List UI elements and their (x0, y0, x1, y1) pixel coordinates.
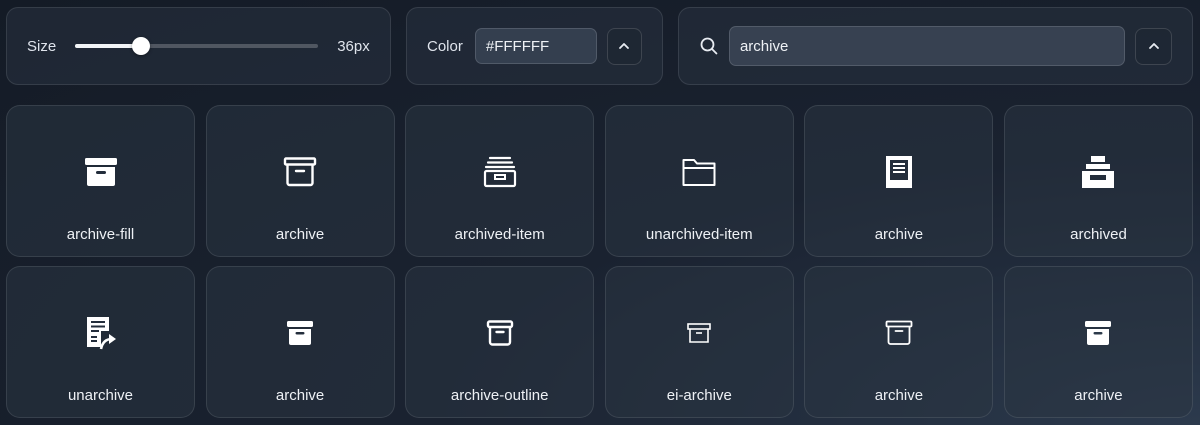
archived-item-icon (483, 156, 516, 188)
icon-card[interactable]: archive (205, 105, 395, 257)
unarchive-icon (86, 317, 116, 350)
chevron-up-icon (1148, 43, 1159, 49)
search-icon (700, 37, 718, 55)
archived-drawer-icon (1082, 156, 1115, 188)
icon-grid: archive-fill archive archived-item unarc… (6, 105, 1193, 418)
icon-card[interactable]: archive-fill (6, 105, 195, 257)
folder-icon (682, 159, 716, 186)
icon-card[interactable]: archive (205, 266, 395, 418)
icon-name: archive (275, 387, 325, 404)
icon-card[interactable]: unarchive (6, 266, 195, 418)
size-value: 36px (337, 37, 370, 55)
color-label: Color (427, 37, 463, 55)
icon-card[interactable]: archive (804, 105, 994, 257)
size-slider[interactable] (75, 36, 319, 56)
ei-archive-icon (687, 323, 712, 343)
icon-card[interactable]: archive (804, 266, 994, 418)
icon-name: ei-archive (666, 387, 732, 404)
icon-name: unarchived-item (645, 226, 753, 243)
icon-name: archive (874, 387, 924, 404)
search-input[interactable] (728, 26, 1126, 66)
icon-card[interactable]: archive (1003, 266, 1193, 418)
icon-name: archive (1074, 387, 1123, 404)
icon-name: archive-outline (450, 387, 549, 404)
icon-card[interactable]: unarchived-item (604, 105, 794, 257)
archive-fill-icon (84, 158, 117, 186)
search-toggle-button[interactable] (1135, 27, 1172, 65)
icon-name: archive (275, 226, 325, 243)
archive-thin-icon (885, 320, 913, 345)
size-label: Size (27, 37, 57, 55)
icon-name: archive (874, 226, 924, 243)
archive-document-icon (885, 156, 912, 188)
icon-card[interactable]: archive-outline (405, 266, 595, 418)
color-control: Color (406, 7, 663, 85)
icon-card[interactable]: archived-item (405, 105, 595, 257)
archive-solid-small-icon (1085, 321, 1112, 345)
size-control: Size 36px (6, 7, 391, 85)
archive-solid-small-icon (287, 321, 314, 345)
icon-name: unarchive (67, 387, 134, 404)
icon-card[interactable]: archived (1003, 105, 1193, 257)
icon-card[interactable]: ei-archive (604, 266, 794, 418)
search-control (678, 7, 1193, 85)
archive-outline-small-icon (486, 320, 513, 346)
chevron-up-icon (619, 43, 630, 49)
icon-name: archived-item (454, 226, 545, 243)
color-toggle-button[interactable] (606, 27, 642, 65)
color-input[interactable] (474, 28, 597, 64)
icon-name: archived (1070, 226, 1127, 243)
slider-thumb[interactable] (131, 37, 150, 55)
archive-outline-icon (283, 157, 317, 187)
icon-name: archive-fill (66, 226, 135, 243)
